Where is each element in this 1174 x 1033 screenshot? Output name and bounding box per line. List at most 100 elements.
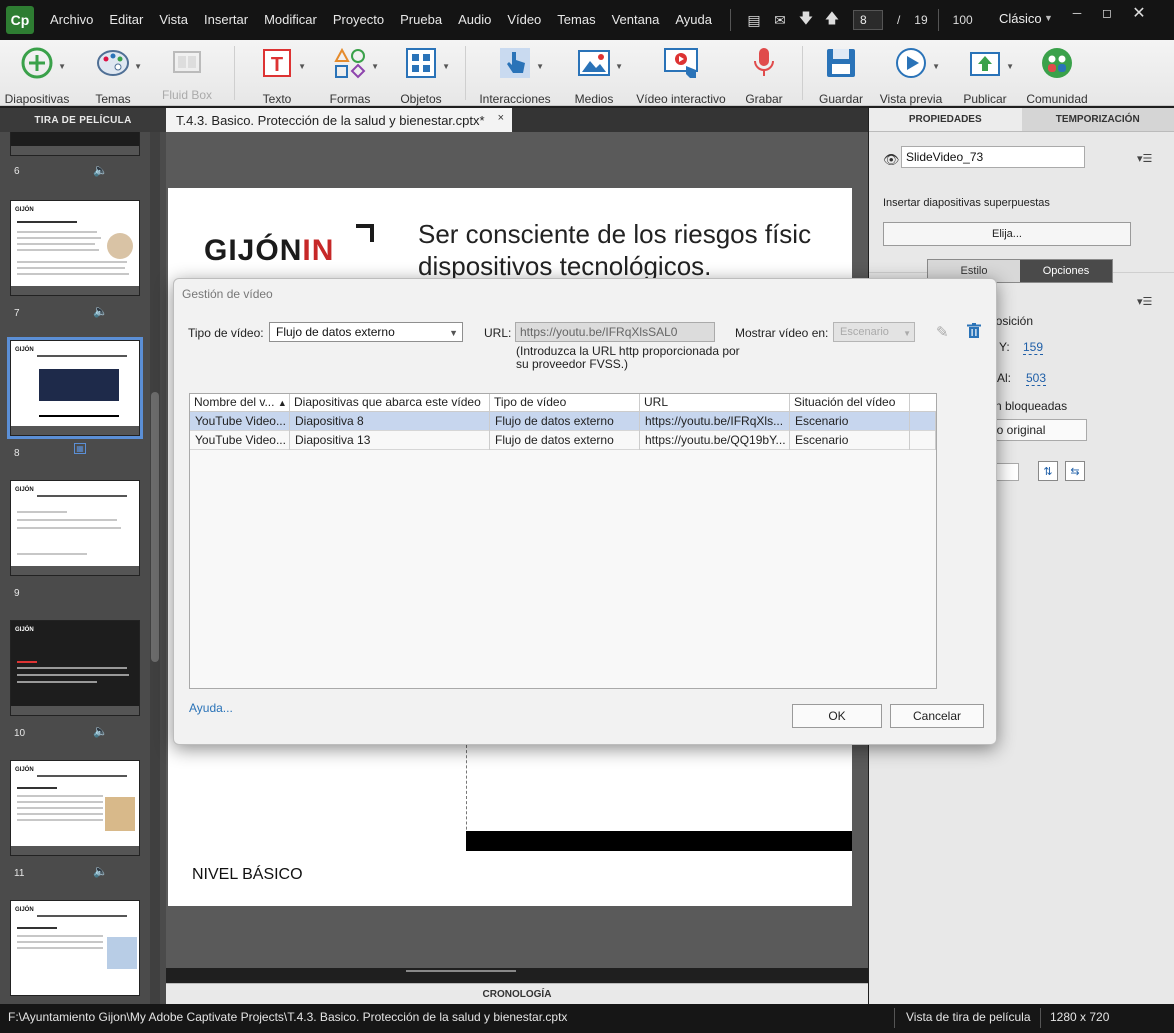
guardar-button[interactable]: Guardar	[818, 44, 864, 106]
workspace-selector[interactable]: Clásico	[999, 11, 1042, 26]
tab-opciones[interactable]: Opciones	[1020, 260, 1112, 282]
speaker-icon[interactable]: 🔈	[93, 864, 108, 878]
menu-ventana[interactable]: Ventana	[604, 0, 668, 40]
document-tab[interactable]: T.4.3. Basico. Protección de la salud y …	[166, 108, 512, 132]
chevron-down-icon[interactable]: ▼	[1044, 13, 1053, 23]
captivate-logo-icon: Cp	[6, 6, 34, 34]
formas-button[interactable]: ▼ Formas	[328, 44, 379, 106]
grabar-button[interactable]: Grabar	[744, 44, 784, 106]
objects-icon: ▼	[404, 46, 450, 80]
slide-footer[interactable]: NIVEL BÁSICO	[192, 866, 303, 884]
menu-proyecto[interactable]: Proyecto	[325, 0, 392, 40]
slide-thumbnail[interactable]	[10, 132, 140, 156]
slide-title[interactable]: Ser consciente de los riesgos físic disp…	[418, 218, 852, 282]
temas-button[interactable]: ▼ Temas	[90, 44, 142, 106]
ok-button[interactable]: OK	[792, 704, 882, 728]
view-mode: Vista de tira de película	[906, 1010, 1031, 1024]
object-name-field[interactable]: SlideVideo_73	[901, 146, 1085, 168]
slide-thumbnail[interactable]: GIJÓN	[10, 900, 140, 996]
video-type-select[interactable]: Flujo de datos externo ▼	[269, 322, 463, 342]
medios-button[interactable]: ▼ Medios	[572, 44, 623, 106]
arrow-down-icon[interactable]: 🡇	[795, 8, 817, 32]
column-header-url[interactable]: URL	[640, 394, 790, 412]
align-icon[interactable]: ⇅	[1038, 461, 1058, 481]
trash-icon[interactable]	[967, 323, 981, 343]
close-window-icon[interactable]: ✕	[1126, 4, 1152, 22]
comment-icon[interactable]: ▤	[743, 12, 765, 29]
minimize-icon[interactable]: ─	[1064, 4, 1090, 22]
swap-icon[interactable]: ⇆	[1065, 461, 1085, 481]
texto-button[interactable]: T ▼ Texto	[254, 44, 306, 106]
video-interactivo-button[interactable]: Vídeo interactivo	[636, 44, 726, 106]
zoom-level[interactable]: 100	[953, 13, 973, 27]
column-header-location[interactable]: Situación del vídeo	[790, 394, 910, 412]
menu-audio[interactable]: Audio	[450, 0, 499, 40]
timeline-bar[interactable]: CRONOLOGÍA	[166, 983, 868, 1004]
table-cell	[910, 431, 936, 450]
slide-separator: /	[896, 13, 901, 27]
thumbnail-line	[39, 415, 119, 417]
menu-video[interactable]: Vídeo	[499, 0, 549, 40]
filmstrip-scroll-thumb[interactable]	[151, 392, 159, 662]
slide-thumbnail[interactable]: GIJÓN	[10, 620, 140, 716]
column-header-name[interactable]: Nombre del v... ▲	[190, 394, 290, 412]
choose-button[interactable]: Elija...	[883, 222, 1131, 246]
play-icon: ▼	[894, 46, 940, 80]
menu-archivo[interactable]: Archivo	[42, 0, 101, 40]
microphone-icon	[747, 46, 781, 80]
slide-thumbnail[interactable]: GIJÓN	[10, 480, 140, 576]
show-video-select[interactable]: Escenario ▼	[833, 322, 915, 342]
height-value[interactable]: 503	[1026, 371, 1047, 386]
close-tab-icon[interactable]: ×	[498, 112, 504, 124]
video-object[interactable]	[466, 831, 852, 851]
interaction-icon[interactable]: ▦	[74, 443, 86, 454]
fluid-box-button[interactable]: Fluid Box	[160, 44, 214, 104]
current-slide-input[interactable]: 8	[852, 10, 883, 30]
menu-editar[interactable]: Editar	[101, 0, 151, 40]
objetos-button[interactable]: ▼ Objetos	[398, 44, 450, 106]
arrow-up-icon[interactable]: 🡅	[821, 8, 843, 32]
slide-thumbnail[interactable]: GIJÓN	[10, 760, 140, 856]
speaker-icon[interactable]: 🔈	[93, 304, 108, 318]
cancel-button[interactable]: Cancelar	[890, 704, 984, 728]
pencil-icon[interactable]: ✎	[936, 323, 949, 341]
menu-vista[interactable]: Vista	[151, 0, 196, 40]
y-value[interactable]: 159	[1023, 340, 1044, 355]
interactive-video-icon	[664, 46, 698, 80]
image-icon: ▼	[577, 46, 623, 80]
table-row[interactable]: YouTube Video... Diapositiva 13 Flujo de…	[190, 431, 936, 450]
menu-prueba[interactable]: Prueba	[392, 0, 450, 40]
diapositivas-button[interactable]: ▼ Diapositivas	[4, 44, 70, 106]
slide-thumbnail-selected[interactable]: GIJÓN	[7, 337, 143, 439]
vista-previa-button[interactable]: ▼ Vista previa	[880, 44, 942, 106]
timeline-resize-handle[interactable]	[406, 970, 516, 972]
menu-divider	[729, 9, 731, 31]
panel-menu-icon[interactable]: ▾☰	[1137, 295, 1152, 308]
table-row[interactable]: YouTube Video... Diapositiva 8 Flujo de …	[190, 412, 936, 431]
tab-properties[interactable]: PROPIEDADES	[869, 108, 1022, 132]
speaker-icon[interactable]: 🔈	[93, 163, 108, 177]
column-header-type[interactable]: Tipo de vídeo	[490, 394, 640, 412]
mail-icon[interactable]: ✉	[769, 12, 791, 29]
interacciones-button[interactable]: ▼ Interacciones	[479, 44, 551, 106]
menu-temas[interactable]: Temas	[549, 0, 603, 40]
comunidad-button[interactable]: Comunidad	[1026, 44, 1088, 106]
publicar-button[interactable]: ▼ Publicar	[962, 44, 1014, 106]
help-link[interactable]: Ayuda...	[189, 701, 233, 715]
menu-ayuda[interactable]: Ayuda	[667, 0, 720, 40]
menu-modificar[interactable]: Modificar	[256, 0, 325, 40]
thumbnail-bar	[11, 146, 139, 155]
maximize-icon[interactable]: ◻	[1094, 4, 1120, 22]
thumbnail-line	[17, 787, 57, 789]
column-header-slides[interactable]: Diapositivas que abarca este vídeo	[290, 394, 490, 412]
panel-menu-icon[interactable]: ▾☰	[1137, 152, 1152, 165]
thumbnail-bar	[11, 566, 139, 575]
menubar: Cp Archivo Editar Vista Insertar Modific…	[0, 0, 1174, 40]
url-field[interactable]: https://youtu.be/IFRqXlsSAL0	[515, 322, 715, 342]
menu-insertar[interactable]: Insertar	[196, 0, 256, 40]
slide-thumbnail[interactable]: GIJÓN	[10, 200, 140, 296]
speaker-icon[interactable]: 🔈	[93, 724, 108, 738]
thumbnail-image	[107, 937, 137, 969]
tab-timing[interactable]: TEMPORIZACIÓN	[1021, 108, 1174, 132]
eye-icon[interactable]: 👁	[883, 152, 900, 168]
